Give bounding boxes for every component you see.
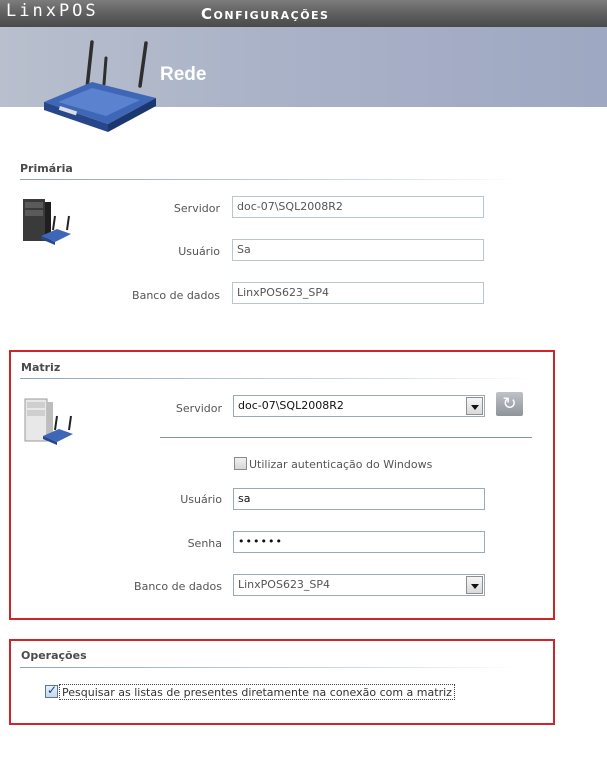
- refresh-button[interactable]: ↻: [496, 392, 523, 416]
- server-router-icon: [24, 398, 73, 445]
- matriz-banco-select[interactable]: LinxPOS623_SP4: [233, 574, 485, 596]
- banco-label: Banco de dados: [134, 580, 222, 593]
- section-divider: [20, 179, 520, 180]
- title-bar: LinxPOS Configurações: [0, 0, 607, 27]
- section-divider: [20, 378, 532, 379]
- matriz-senha-input[interactable]: ••••••: [233, 531, 485, 553]
- primaria-banco-field[interactable]: LinxPOS623_SP4: [232, 282, 484, 304]
- pesquisar-checkbox[interactable]: [45, 683, 58, 698]
- matriz-divider: [160, 437, 532, 438]
- chevron-down-icon[interactable]: [466, 397, 483, 415]
- servidor-label: Servidor: [175, 402, 222, 415]
- primaria-servidor-field[interactable]: doc-07\SQL2008R2: [232, 196, 484, 218]
- section-title-primaria: Primária: [20, 162, 73, 175]
- matriz-servidor-value: doc-07\SQL2008R2: [238, 399, 344, 412]
- windows-auth-checkbox[interactable]: [234, 457, 247, 470]
- usuario-label: Usuário: [178, 245, 220, 258]
- section-divider: [20, 667, 520, 668]
- page-title: Rede: [160, 64, 207, 85]
- chevron-down-icon[interactable]: [466, 576, 483, 594]
- pesquisar-label[interactable]: Pesquisar as listas de presentes diretam…: [59, 684, 455, 700]
- window-title: Configurações: [201, 5, 330, 23]
- banco-label: Banco de dados: [132, 289, 220, 302]
- server-router-icon: [23, 199, 71, 245]
- operacoes-highlight-box: [9, 639, 555, 725]
- senha-label: Senha: [187, 537, 222, 550]
- wireless-router-icon: [44, 40, 156, 132]
- primaria-usuario-field[interactable]: Sa: [232, 239, 484, 261]
- matriz-servidor-select[interactable]: doc-07\SQL2008R2: [233, 395, 485, 417]
- section-title-operacoes: Operações: [21, 649, 87, 662]
- section-title-matriz: Matriz: [21, 361, 61, 374]
- matriz-banco-value: LinxPOS623_SP4: [238, 578, 331, 591]
- brand-logo: LinxPOS: [6, 1, 99, 21]
- refresh-icon: ↻: [502, 394, 517, 414]
- servidor-label: Servidor: [173, 202, 220, 215]
- usuario-label: Usuário: [180, 493, 222, 506]
- matriz-usuario-input[interactable]: sa: [233, 488, 485, 510]
- windows-auth-label: Utilizar autenticação do Windows: [249, 458, 433, 471]
